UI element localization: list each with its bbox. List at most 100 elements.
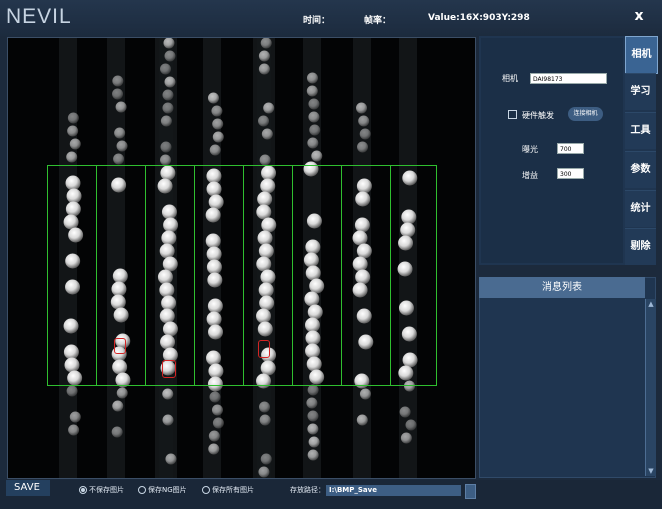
pellet	[67, 112, 79, 124]
roi-divider	[96, 166, 97, 385]
pellet	[165, 453, 177, 465]
pellet	[114, 127, 126, 139]
pellet	[400, 432, 412, 444]
pellet	[309, 124, 321, 136]
tab-camera[interactable]: 相机	[625, 36, 658, 74]
camera-image-view[interactable]	[7, 37, 476, 479]
pellet	[212, 417, 224, 429]
pellet	[307, 137, 319, 149]
pellet	[263, 102, 275, 114]
pellet	[212, 118, 224, 130]
roi-divider	[390, 166, 391, 385]
pellet	[164, 50, 176, 62]
pellet	[163, 38, 175, 49]
defect-marker	[162, 360, 176, 378]
tab-params[interactable]: 参数	[625, 151, 656, 188]
pellet	[258, 466, 270, 478]
pellet	[116, 140, 128, 152]
hardware-trigger-label: 硬件触发	[522, 111, 554, 120]
pellet	[208, 443, 220, 455]
tab-tools[interactable]: 工具	[625, 112, 656, 149]
pellet	[116, 387, 128, 399]
pellet	[356, 414, 368, 426]
defect-marker	[114, 338, 126, 354]
pellet	[209, 391, 221, 403]
tab-stats[interactable]: 统计	[625, 190, 656, 227]
pellet	[356, 102, 368, 114]
pellet	[162, 414, 174, 426]
hardware-trigger-checkbox[interactable]	[508, 110, 517, 119]
pellet	[113, 153, 125, 165]
save-section-label: SAVE	[6, 480, 50, 496]
radio-no-save-label: 不保存图片	[89, 486, 124, 494]
radio-save-all-label: 保存所有图片	[212, 486, 254, 494]
message-scrollbar[interactable]: ▲ ▼	[645, 299, 656, 476]
pellet	[308, 111, 320, 123]
pellet	[112, 75, 124, 87]
pellet	[207, 92, 219, 104]
inspection-roi[interactable]	[47, 165, 437, 386]
pellet	[405, 419, 417, 431]
pellet	[162, 89, 174, 101]
pellet	[112, 400, 124, 412]
pellet	[259, 154, 271, 166]
camera-label: 相机	[502, 74, 518, 83]
pellet	[306, 72, 318, 84]
pellet	[358, 115, 370, 127]
app-logo: NEVIL	[6, 5, 72, 28]
pellet	[307, 410, 319, 422]
radio-save-all[interactable]	[202, 486, 210, 494]
radio-save-ng[interactable]	[138, 486, 146, 494]
pellet	[359, 128, 371, 140]
pellet	[160, 115, 172, 127]
radio-no-save[interactable]	[79, 486, 87, 494]
save-path-field[interactable]: I:\BMP_Save	[326, 485, 461, 496]
pellet	[306, 397, 318, 409]
pellet	[211, 404, 223, 416]
tab-learn[interactable]: 学习	[625, 73, 656, 110]
pellet	[66, 385, 78, 397]
pellet	[260, 38, 272, 49]
pellet	[69, 411, 81, 423]
pellet	[258, 401, 270, 413]
exposure-input[interactable]: 700	[557, 143, 584, 154]
pellet	[311, 150, 323, 162]
roi-divider	[292, 166, 293, 385]
pellet	[111, 426, 123, 438]
gain-input[interactable]: 300	[557, 168, 584, 179]
gain-label: 增益	[522, 171, 538, 180]
save-path-label: 存放路径：	[290, 486, 325, 494]
pellet	[259, 414, 271, 426]
pellet	[307, 449, 319, 461]
connect-camera-button[interactable]: 连接相机	[568, 107, 603, 121]
pellet	[115, 101, 127, 113]
fps-label: 帧率：	[364, 16, 392, 26]
pellet	[208, 430, 220, 442]
pellet	[258, 115, 270, 127]
value-readout: Value:16X:903Y:298	[428, 13, 530, 23]
pellet	[212, 131, 224, 143]
pellet	[308, 98, 320, 110]
scroll-up-icon[interactable]: ▲	[646, 299, 656, 309]
browse-path-button[interactable]	[465, 484, 476, 499]
pellet	[160, 141, 172, 153]
tab-reject[interactable]: 剔除	[625, 228, 656, 265]
pellet	[209, 144, 221, 156]
pellet	[357, 141, 369, 153]
time-label: 时间：	[303, 16, 331, 26]
camera-settings	[481, 38, 623, 263]
pellet	[307, 384, 319, 396]
pellet	[159, 63, 171, 75]
exposure-label: 曝光	[522, 145, 538, 154]
pellet	[359, 388, 371, 400]
scroll-down-icon[interactable]: ▼	[646, 466, 656, 476]
pellet	[306, 85, 318, 97]
close-icon: x	[634, 8, 644, 24]
pellet	[258, 50, 270, 62]
camera-select[interactable]: DAI98173	[530, 73, 607, 84]
title-bar	[0, 0, 662, 36]
message-list	[479, 277, 656, 478]
roi-divider	[341, 166, 342, 385]
close-button[interactable]: x	[628, 5, 650, 27]
pellet	[162, 102, 174, 114]
